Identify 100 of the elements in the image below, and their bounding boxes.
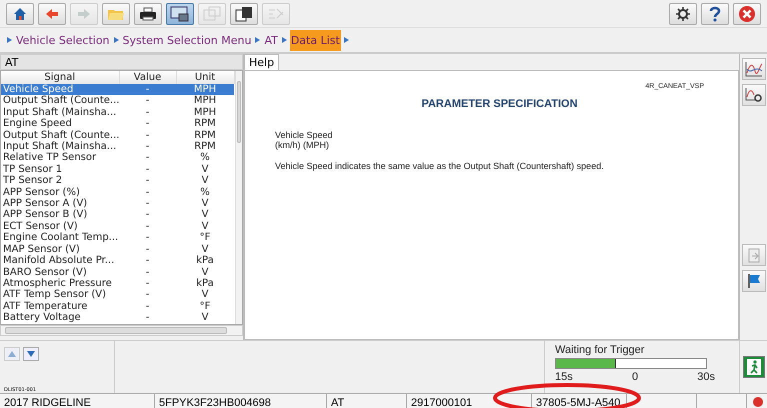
signal-cell[interactable]: ATF Temp Sensor (V) <box>1 289 119 301</box>
status-cell: 5FPYK3F23HB004698 <box>155 394 327 408</box>
value-cell-text: - <box>144 312 150 324</box>
unit-cell-text: V <box>200 220 210 232</box>
signal-cell[interactable]: Input Shaft (Mainsha... <box>1 141 119 152</box>
value-cell-text: - <box>144 289 150 301</box>
unit-cell-text: V <box>200 198 210 210</box>
value-cell-text: - <box>144 141 150 152</box>
signal-cell[interactable]: MAP Sensor (V) <box>1 244 119 256</box>
tick-label: 30s <box>697 371 715 383</box>
close-button[interactable] <box>733 2 761 24</box>
status-cell: 37805-5MJ-A540 <box>532 394 627 408</box>
panel-title: AT <box>0 54 243 70</box>
toolbar-button[interactable] <box>6 2 34 24</box>
unit-cell-text: % <box>199 152 211 164</box>
signal-cell[interactable]: Engine Coolant Temp... <box>1 232 119 244</box>
signal-cell[interactable]: TP Sensor 1 <box>1 164 119 176</box>
value-cell-text: - <box>144 130 150 142</box>
signal-cell[interactable]: APP Sensor A (V) <box>1 198 119 210</box>
value-cell-text: - <box>144 300 150 312</box>
chart-icon <box>267 6 285 22</box>
value-cell-text: - <box>144 220 150 232</box>
signal-cell[interactable]: TP Sensor 2 <box>1 175 119 187</box>
signal-cell[interactable]: Output Shaft (Counte... <box>1 95 119 107</box>
unit-cell: V <box>176 266 234 278</box>
column-header[interactable]: Signal <box>1 71 119 84</box>
unit-cell-text: V <box>200 289 210 301</box>
windows-icon <box>235 6 253 22</box>
scroll-down-button[interactable] <box>23 347 39 361</box>
unit-cell-text: RPM <box>193 141 217 152</box>
unit-cell-text: kPa <box>195 278 215 290</box>
signal-cell[interactable]: APP Sensor B (V) <box>1 209 119 221</box>
signal-cell[interactable]: Battery Voltage <box>1 312 119 324</box>
signal-cell[interactable]: ECT Sensor (V) <box>1 220 119 232</box>
unit-cell-text: % <box>199 186 211 198</box>
help-button[interactable] <box>701 2 729 24</box>
value-cell-text: - <box>144 266 150 278</box>
scrollbar[interactable] <box>0 324 243 336</box>
breadcrumb-link[interactable]: System Selection Menu <box>122 30 252 50</box>
parameter-description: Vehicle Speed indicates the same value as the Output Shaft (Countershaft) speed. <box>275 161 605 171</box>
signal-cell[interactable]: APP Sensor (%) <box>1 186 119 198</box>
tool-button[interactable] <box>742 84 766 106</box>
unit-cell-text: °F <box>198 300 212 312</box>
toolbar-button[interactable] <box>134 2 162 24</box>
unit-cell-text: RPM <box>193 130 217 142</box>
help-icon <box>709 6 721 22</box>
value-cell-text: - <box>144 106 150 118</box>
value-cell-text: - <box>144 244 150 256</box>
value-cell-text: - <box>144 255 150 266</box>
parameter-units: (km/h) (MPH) <box>275 140 330 150</box>
printer-icon <box>139 6 157 22</box>
column-header[interactable]: Value <box>119 71 176 84</box>
signal-cell[interactable]: Input Shaft (Mainsha... <box>1 106 119 118</box>
toolbar-button[interactable] <box>230 2 258 24</box>
unit-cell-text: RPM <box>193 118 217 130</box>
settings-button[interactable] <box>669 2 697 24</box>
scrollbar[interactable] <box>234 71 242 324</box>
signal-cell[interactable]: Output Shaft (Counte... <box>1 130 119 142</box>
value-cell-text: - <box>144 198 150 210</box>
value-cell-text: - <box>144 152 150 164</box>
signal-cell[interactable]: Manifold Absolute Pr... <box>1 255 119 266</box>
signal-cell[interactable]: Engine Speed <box>1 118 119 130</box>
exit-button[interactable] <box>742 356 764 378</box>
triangle-down-icon <box>27 351 35 357</box>
unit-cell: V <box>176 244 234 256</box>
breadcrumb-link[interactable]: Data List <box>290 30 341 50</box>
signal-cell[interactable]: ATF Temperature <box>1 300 119 312</box>
value-cell: - <box>119 84 176 96</box>
value-cell-text: - <box>144 209 150 221</box>
breadcrumb-link[interactable]: Vehicle Selection <box>15 30 111 50</box>
breadcrumb-link[interactable]: AT <box>263 30 279 50</box>
stop-icon <box>753 397 763 407</box>
signal-cell[interactable]: BARO Sensor (V) <box>1 266 119 278</box>
tick-label: 0 <box>632 371 638 383</box>
tool-button[interactable] <box>742 58 766 80</box>
help-heading: PARAMETER SPECIFICATION <box>421 98 578 110</box>
flag-icon <box>746 273 762 289</box>
unit-cell-text: MPH <box>192 106 218 118</box>
value-cell-text: - <box>144 175 150 187</box>
parameter-name: Vehicle Speed <box>275 130 334 140</box>
tool-button[interactable] <box>742 270 766 292</box>
toolbar-button[interactable] <box>166 2 194 24</box>
screen-icon <box>170 6 190 22</box>
unit-cell-text: kPa <box>195 255 215 266</box>
unit-cell-text: V <box>200 312 210 324</box>
value-cell-text: - <box>144 186 150 198</box>
signal-cell[interactable]: Relative TP Sensor <box>1 152 119 164</box>
unit-cell-text: V <box>200 164 210 176</box>
column-header[interactable]: Unit <box>176 71 234 84</box>
value-cell-text: - <box>144 232 150 244</box>
signal-cell[interactable]: Atmospheric Pressure <box>1 278 119 290</box>
unit-cell-text: °F <box>198 232 212 244</box>
signal-cell[interactable]: Vehicle Speed <box>1 84 119 96</box>
home-icon <box>12 6 28 22</box>
unit-cell-text: MPH <box>192 95 218 107</box>
value-cell-text: - <box>144 95 150 107</box>
help-tab[interactable]: Help <box>244 54 280 70</box>
status-cell: AT <box>327 394 407 408</box>
unit-cell: MPH <box>176 84 234 96</box>
value-cell-text: - <box>144 278 150 290</box>
